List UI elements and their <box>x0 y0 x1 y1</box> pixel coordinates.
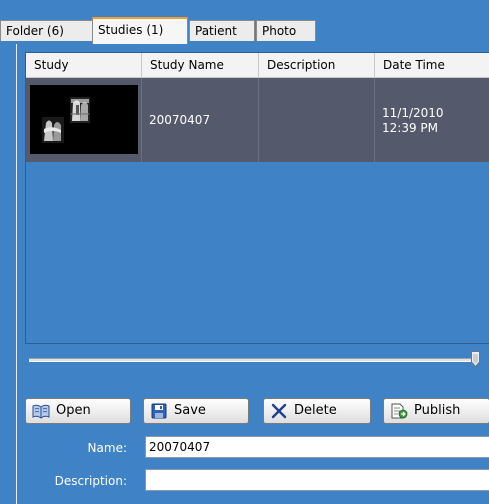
publish-document-icon <box>391 403 408 419</box>
list-header: Study Study Name Description Date Time <box>26 53 489 78</box>
publish-button[interactable]: Publish <box>383 398 489 424</box>
tab-patient[interactable]: Patient <box>189 20 255 41</box>
column-header-study[interactable]: Study <box>26 53 142 77</box>
date-time-cell: 11/1/2010 12:39 PM <box>375 78 489 162</box>
study-slider-track[interactable] <box>29 358 480 362</box>
studies-list[interactable]: Study Study Name Description Date Time 2… <box>25 52 489 344</box>
name-field[interactable] <box>145 436 489 458</box>
save-button[interactable]: Save <box>143 398 249 424</box>
delete-button[interactable]: Delete <box>263 398 371 424</box>
x-icon <box>271 403 287 419</box>
floppy-disk-icon <box>151 403 167 419</box>
study-cell <box>26 78 142 162</box>
studies-window: Folder (6) Studies (1) Patient Photo Stu… <box>0 0 489 504</box>
tab-studies[interactable]: Studies (1) <box>92 17 188 44</box>
table-row[interactable]: 20070407 11/1/2010 12:39 PM <box>26 78 489 162</box>
description-label: Description: <box>54 474 127 488</box>
study-name-value: 20070407 <box>149 113 211 127</box>
open-book-icon <box>32 404 50 419</box>
column-header-study-name[interactable]: Study Name <box>142 53 259 77</box>
description-field[interactable] <box>145 469 489 491</box>
xray-image <box>30 85 138 154</box>
column-header-description[interactable]: Description <box>259 53 375 77</box>
name-label: Name: <box>87 441 127 455</box>
tab-bar: Folder (6) Studies (1) Patient Photo <box>0 0 489 44</box>
slider-thumb[interactable] <box>471 351 480 367</box>
description-cell <box>259 78 375 162</box>
open-button[interactable]: Open <box>25 398 131 424</box>
dental-xray-thumbnail[interactable] <box>30 85 138 154</box>
studies-panel: Study Study Name Description Date Time 2… <box>16 44 489 504</box>
study-name-cell: 20070407 <box>142 78 259 162</box>
tab-photo[interactable]: Photo <box>256 20 316 41</box>
delete-button-label: Delete <box>294 403 337 418</box>
save-button-label: Save <box>174 403 206 418</box>
column-header-date-time[interactable]: Date Time <box>375 53 489 77</box>
date-time-value: 11/1/2010 12:39 PM <box>382 106 444 135</box>
open-button-label: Open <box>56 403 91 418</box>
publish-button-label: Publish <box>414 403 461 418</box>
tab-folder[interactable]: Folder (6) <box>0 20 94 41</box>
